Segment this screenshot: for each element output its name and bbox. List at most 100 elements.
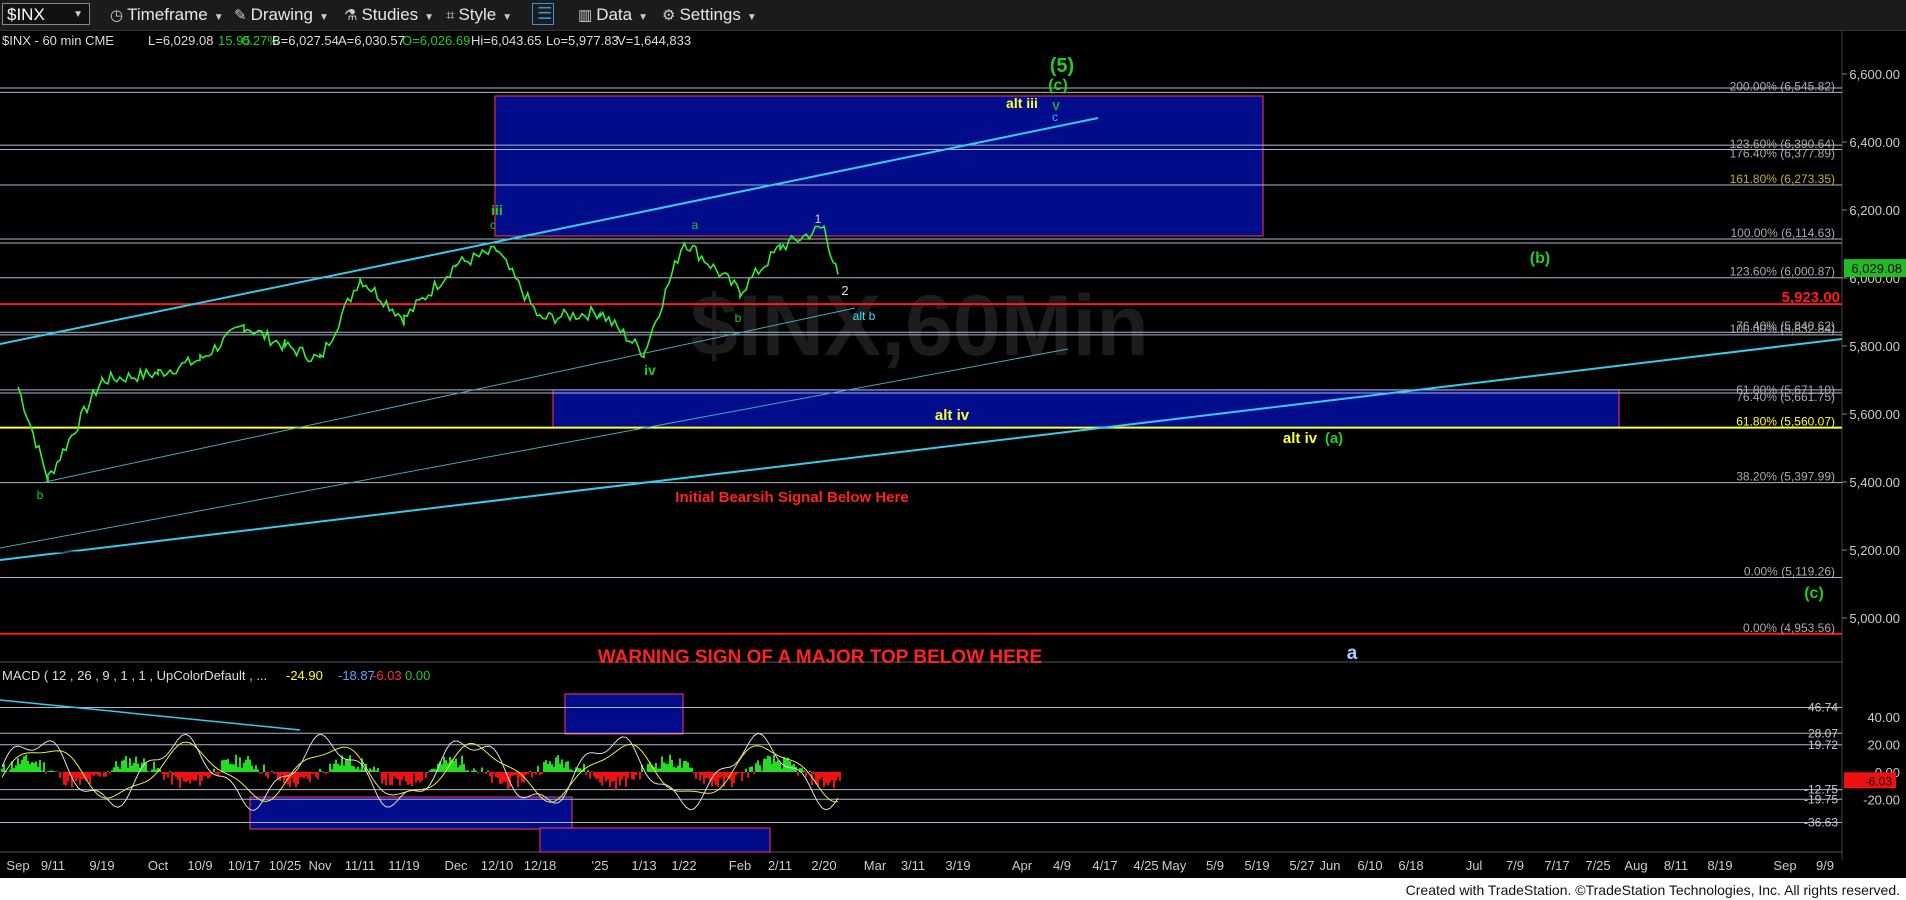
- time-axis-label: Mar: [864, 858, 887, 873]
- macd-study-label: MACD ( 12 , 26 , 9 , 1 , 1 , UpColorDefa…: [2, 668, 267, 683]
- chevron-down-icon: ▼: [746, 12, 757, 23]
- footer-credit: Created with TradeStation. ©TradeStation…: [1405, 882, 1900, 898]
- wave-label: a: [1347, 643, 1358, 664]
- chevron-down-icon: ▼: [318, 12, 329, 23]
- price-axis-label: 5,400.00: [1849, 475, 1900, 490]
- last-price-label: 6,029.08: [1851, 261, 1902, 276]
- header-field: B=6,027.54: [272, 33, 339, 48]
- style-menu[interactable]: ⌗ Style ▼: [446, 4, 512, 26]
- timeframe-menu[interactable]: ◷ Timeframe ▼: [110, 4, 224, 26]
- wave-label: c: [1052, 110, 1058, 124]
- wave-label: Initial Bearsih Signal Below Here: [675, 489, 908, 506]
- time-axis-label: 5/9: [1206, 858, 1224, 873]
- fib-level-label: 100.00% (6,114.63): [1730, 226, 1835, 240]
- clock-icon: ◷: [110, 7, 124, 24]
- style-label: Style: [458, 5, 497, 24]
- macd-box-bottom: [539, 827, 771, 853]
- settings-label: Settings: [679, 5, 741, 24]
- wave-label: (b): [1530, 250, 1550, 267]
- fib-level-label: 100.00% (5,832.84): [1730, 322, 1835, 336]
- fib-level-label: 0.00% (5,119.26): [1744, 564, 1835, 578]
- time-axis-label: 10/25: [269, 858, 302, 873]
- chevron-down-icon: ▼: [638, 12, 649, 23]
- layout-icon: ☰: [537, 4, 553, 23]
- time-axis-label: 12/10: [481, 858, 514, 873]
- chevron-down-icon: ▼: [213, 12, 224, 23]
- wave-label: (c): [1804, 585, 1824, 602]
- macd-axis-label: -20.00: [1863, 793, 1900, 808]
- time-axis-label: Nov: [308, 858, 332, 873]
- wave-label: alt iv: [1283, 430, 1318, 447]
- macd-last-label: -6.03: [1865, 774, 1893, 788]
- time-axis-label: 6/10: [1357, 858, 1382, 873]
- wave-label: alt iv: [935, 407, 970, 424]
- fib-level-label: 61.80% (5,560.07): [1736, 415, 1835, 429]
- symbol-value: $INX: [7, 5, 45, 24]
- fib-level-label: 76.40% (5,661.75): [1736, 390, 1835, 404]
- header-field: $INX - 60 min CME: [2, 33, 114, 48]
- macd-axis-label: 20.00: [1867, 737, 1900, 752]
- time-axis-label: 11/19: [388, 858, 420, 873]
- wave-label: iii: [491, 202, 503, 218]
- macd-level-label: 46.74: [1808, 700, 1838, 714]
- settings-menu[interactable]: ⚙ Settings ▼: [662, 4, 757, 26]
- alt-iv-support-box: [552, 389, 1620, 429]
- wave-label: alt b: [853, 309, 876, 323]
- drawing-menu[interactable]: ✎ Drawing ▼: [234, 4, 329, 26]
- time-axis-label: 4/9: [1053, 858, 1071, 873]
- price-axis-label: 6,400.00: [1849, 135, 1900, 150]
- header-field: A=6,030.57: [338, 33, 405, 48]
- time-axis-label: Oct: [148, 858, 169, 873]
- macd-level-label: 19.72: [1808, 738, 1838, 752]
- time-axis-label: Apr: [1012, 858, 1033, 873]
- price-axis-label: 5,600.00: [1849, 407, 1900, 422]
- macd-value: -18.87: [338, 668, 375, 683]
- time-axis-label: 1/13: [631, 858, 656, 873]
- wave-label: WARNING SIGN OF A MAJOR TOP BELOW HERE: [598, 647, 1042, 668]
- time-axis-label: Jun: [1320, 858, 1341, 873]
- time-axis-label: 9/19: [89, 858, 114, 873]
- wave-label: 1: [815, 212, 822, 226]
- symbol-input[interactable]: $INX ▼: [2, 3, 90, 25]
- data-menu[interactable]: ▥ Data ▼: [578, 4, 648, 26]
- time-axis-label: 6/18: [1398, 858, 1423, 873]
- macd-box-top: [564, 693, 684, 735]
- time-axis-label: 2/11: [768, 858, 792, 873]
- layout-button[interactable]: ☰: [532, 3, 554, 25]
- studies-label: Studies: [361, 5, 419, 24]
- price-axis-label: 5,000.00: [1849, 611, 1900, 626]
- time-axis-label: 8/19: [1707, 858, 1732, 873]
- header-field: Lo=5,977.83: [546, 33, 619, 48]
- macd-value: -6.03: [372, 668, 402, 683]
- time-axis-label: 7/9: [1506, 858, 1524, 873]
- fib-level-label: 161.80% (6,273.35): [1730, 172, 1835, 186]
- price-chart[interactable]: $INX,60Min 200.00% (6,545.82) 123.60% (6,…: [0, 31, 1906, 878]
- target-zone-box: [494, 95, 1264, 237]
- time-axis-label: Aug: [1624, 858, 1647, 873]
- macd-level-label: -36.63: [1804, 816, 1838, 830]
- price-axis-label: 5,200.00: [1849, 543, 1900, 558]
- fib-level-label: 176.40% (6,377.89): [1730, 147, 1835, 161]
- studies-menu[interactable]: ⚗ Studies ▼: [344, 4, 434, 26]
- time-axis-label: 10/9: [187, 858, 212, 873]
- time-axis-label: 5/19: [1244, 858, 1269, 873]
- wave-label: b: [37, 488, 44, 502]
- timeframe-label: Timeframe: [127, 5, 208, 24]
- wave-label: c: [490, 218, 496, 232]
- header-field: O=6,026.69: [402, 33, 470, 48]
- chevron-down-icon: ▼: [424, 12, 435, 23]
- macd-level-label: -19.75: [1804, 792, 1838, 806]
- time-axis-label: Jul: [1466, 858, 1483, 873]
- time-axis-label: 4/25: [1133, 858, 1158, 873]
- drawing-label: Drawing: [250, 5, 313, 24]
- wave-label: (c): [1048, 77, 1068, 94]
- fib-level-label: 38.20% (5,397.99): [1736, 470, 1835, 484]
- macd-value: 0.00: [405, 668, 430, 683]
- flask-icon: ⚗: [344, 7, 358, 24]
- price-axis-label: 6,200.00: [1849, 203, 1900, 218]
- wave-label: iv: [644, 362, 656, 378]
- time-axis-label: 11/11: [345, 858, 376, 873]
- header-field: V=1,644,833: [617, 33, 691, 48]
- time-axis-label: 12/18: [524, 858, 557, 873]
- price-axis-label: 5,800.00: [1849, 339, 1900, 354]
